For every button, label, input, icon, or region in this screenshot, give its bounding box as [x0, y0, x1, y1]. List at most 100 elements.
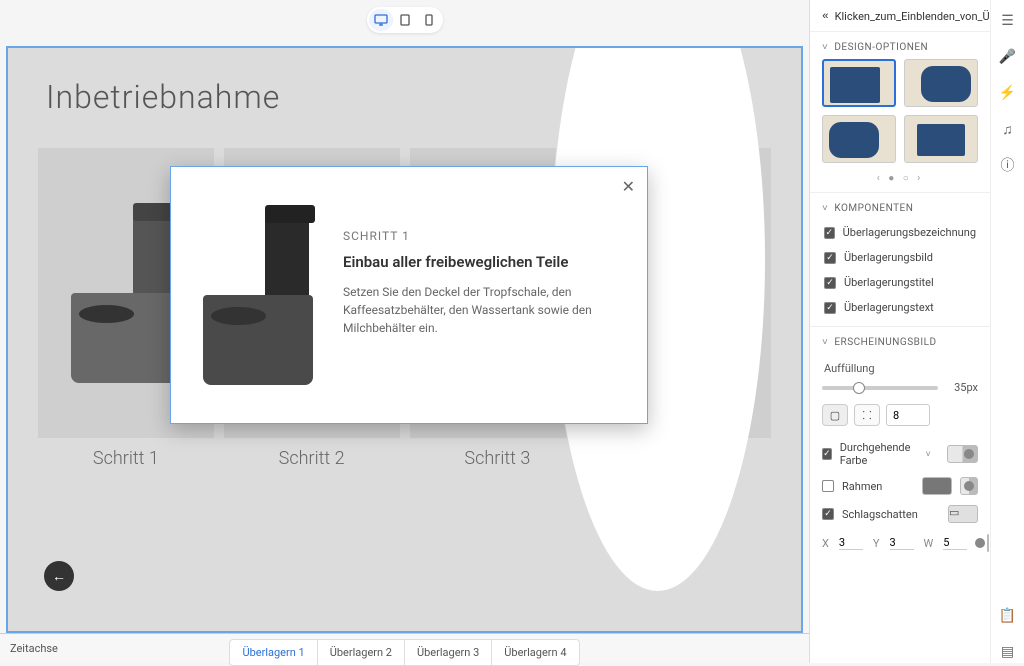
- component-row[interactable]: ✓ Überlagerungsbild: [810, 245, 990, 270]
- component-label: Überlagerungstext: [844, 301, 934, 314]
- design-pager: ‹ ● ○ ›: [810, 169, 990, 192]
- solid-color-row: ✓ Durchgehende Farbe ˅: [810, 436, 990, 472]
- device-desktop-button[interactable]: [369, 9, 393, 31]
- padding-value: 35px: [944, 381, 978, 394]
- overlay-tab-4[interactable]: Überlagern 4: [492, 640, 578, 665]
- accessibility-icon[interactable]: ⓘ: [997, 154, 1019, 176]
- breadcrumb-text: Klicken_zum_Einblenden_von_Ü…: [835, 10, 990, 23]
- chevron-down-icon[interactable]: ˅: [926, 449, 931, 460]
- tablet-icon: [400, 14, 410, 26]
- mic-icon[interactable]: 🎤: [997, 46, 1019, 68]
- device-bar: [0, 0, 809, 40]
- overlay-tab-2[interactable]: Überlagern 2: [318, 640, 405, 665]
- timeline-label[interactable]: Zeitachse: [10, 642, 110, 655]
- overlay-tab-strip: Überlagern 1 Überlagern 2 Überlagern 3 Ü…: [229, 639, 579, 666]
- clipboard-icon[interactable]: 📋: [997, 605, 1019, 627]
- section-design-options[interactable]: DESIGN-OPTIONEN: [810, 32, 990, 59]
- breadcrumb[interactable]: « Klicken_zum_Einblenden_von_Ü…: [810, 0, 990, 32]
- component-label: Überlagerungsbezeichnung: [843, 226, 976, 239]
- shadow-label: Schlagschatten: [842, 508, 918, 521]
- desktop-icon: [374, 14, 388, 26]
- design-thumb-2[interactable]: [904, 59, 978, 107]
- device-group: [367, 7, 443, 33]
- overlay-tab-3[interactable]: Überlagern 3: [405, 640, 492, 665]
- design-thumb-4[interactable]: [904, 115, 978, 163]
- chevron-left-icon: «: [822, 11, 829, 23]
- checkbox-icon[interactable]: ✓: [824, 302, 836, 314]
- doc-icon[interactable]: ▤: [997, 641, 1019, 663]
- y-label: Y: [873, 537, 880, 550]
- corner-radius-row: ▢ ⸬: [822, 404, 978, 426]
- slide-canvas[interactable]: Inbetriebnahme Schritt 1 Schritt 2: [6, 46, 803, 633]
- slider-handle[interactable]: [853, 382, 865, 394]
- design-thumb-3[interactable]: [822, 115, 896, 163]
- overlay-body: Setzen Sie den Deckel der Tropfschale, d…: [343, 283, 625, 337]
- checkbox-icon[interactable]: [822, 480, 834, 492]
- checkbox-icon[interactable]: ✓: [824, 277, 836, 289]
- settings-icon[interactable]: ☰: [997, 10, 1019, 32]
- component-label: Überlagerungstitel: [844, 276, 934, 289]
- shadow-y-input[interactable]: [890, 536, 914, 550]
- checkbox-icon[interactable]: ✓: [822, 508, 834, 520]
- overlay-tab-1[interactable]: Überlagern 1: [230, 640, 317, 665]
- design-thumbnail-grid: [810, 59, 990, 169]
- music-icon[interactable]: ♫: [997, 118, 1019, 140]
- overlay-image: [193, 189, 323, 401]
- shadow-x-input[interactable]: [839, 536, 863, 550]
- component-row[interactable]: ✓ Überlagerungsbezeichnung: [810, 220, 990, 245]
- padding-label: Auffüllung: [824, 362, 976, 375]
- x-label: X: [822, 537, 829, 550]
- step-label: Schritt 3: [410, 448, 586, 469]
- checkbox-icon[interactable]: ✓: [824, 227, 835, 239]
- design-pager-dot[interactable]: ●: [888, 173, 897, 184]
- section-components[interactable]: KOMPONENTEN: [810, 193, 990, 220]
- shadow-xyw-row: X Y W: [810, 528, 990, 562]
- main-area: Inbetriebnahme Schritt 1 Schritt 2: [0, 0, 809, 663]
- overlay-text: SCHRITT 1 Einbau aller freibeweglichen T…: [343, 189, 625, 401]
- corner-independent-button[interactable]: ⸬: [854, 404, 880, 426]
- checkbox-icon[interactable]: ✓: [822, 448, 832, 460]
- step-label: Schritt 1: [38, 448, 214, 469]
- animate-icon[interactable]: ⚡: [997, 82, 1019, 104]
- component-row[interactable]: ✓ Überlagerungstitel: [810, 270, 990, 295]
- solid-color-label: Durchgehende Farbe: [840, 441, 918, 467]
- device-phone-button[interactable]: [417, 9, 441, 31]
- design-pager-dot[interactable]: ○: [903, 173, 912, 184]
- border-row: Rahmen: [810, 472, 990, 500]
- coffee-machine-icon: [203, 205, 313, 385]
- border-label: Rahmen: [842, 480, 882, 493]
- corner-radius-input[interactable]: [886, 404, 930, 426]
- design-thumb-1[interactable]: [822, 59, 896, 107]
- phone-icon: [425, 14, 433, 26]
- design-pager-prev[interactable]: ‹: [877, 173, 883, 184]
- component-label: Überlagerungsbild: [844, 251, 933, 264]
- component-row[interactable]: ✓ Überlagerungstext: [810, 295, 990, 320]
- border-color-swatch[interactable]: [922, 477, 952, 495]
- overlay-step-label: SCHRITT 1: [343, 229, 625, 243]
- device-tablet-button[interactable]: [393, 9, 417, 31]
- close-icon[interactable]: ✕: [622, 177, 635, 196]
- border-opacity-swatch[interactable]: [960, 477, 978, 495]
- icon-rail: ☰ 🎤 ⚡ ♫ ⓘ 📋 ▤: [990, 0, 1024, 663]
- overlay-popup[interactable]: ✕ SCHRITT 1 Einbau aller freibeweglichen…: [170, 166, 648, 424]
- design-pager-next[interactable]: ›: [917, 173, 923, 184]
- overlay-title: Einbau aller freibeweglichen Teile: [343, 253, 625, 271]
- appearance-block: Auffüllung 35px ▢ ⸬: [810, 354, 990, 436]
- padding-slider[interactable]: [822, 386, 938, 390]
- padding-slider-row: 35px: [822, 381, 978, 394]
- w-label: W: [924, 537, 934, 550]
- prev-arrow-button[interactable]: ←: [44, 561, 74, 591]
- canvas-wrap: Inbetriebnahme Schritt 1 Schritt 2: [0, 40, 809, 633]
- shadow-w-input[interactable]: [943, 536, 967, 550]
- step-label: Schritt 2: [224, 448, 400, 469]
- shadow-row: ✓ Schlagschatten ▭: [810, 500, 990, 528]
- checkbox-icon[interactable]: ✓: [824, 252, 836, 264]
- section-appearance[interactable]: ERSCHEINUNGSBILD: [810, 327, 990, 354]
- right-sidebar: « Klicken_zum_Einblenden_von_Ü… DESIGN-O…: [809, 0, 1024, 663]
- coffee-machine-icon: [71, 203, 181, 383]
- corner-uniform-button[interactable]: ▢: [822, 404, 848, 426]
- color-swatch[interactable]: [947, 445, 978, 463]
- shadow-preview-swatch[interactable]: ▭: [948, 505, 978, 523]
- shadow-color-swatch[interactable]: [987, 534, 989, 552]
- properties-panel: « Klicken_zum_Einblenden_von_Ü… DESIGN-O…: [810, 0, 990, 663]
